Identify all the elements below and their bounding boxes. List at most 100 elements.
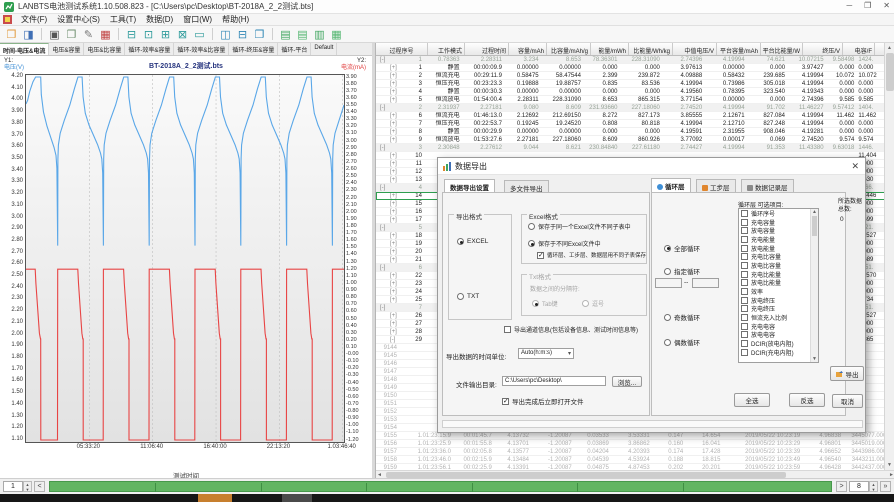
tree-toggle-icon[interactable]: [+]: [376, 88, 397, 95]
menu-item-4[interactable]: 窗口(W): [178, 13, 217, 26]
tree-toggle-icon[interactable]: [+]: [376, 232, 397, 239]
page-spinner[interactable]: ▲▼: [23, 481, 32, 492]
zoom-full-icon[interactable]: ▭: [192, 27, 207, 41]
radio-comma-icon[interactable]: [582, 300, 589, 307]
cycle-item-14[interactable]: 放电电容: [739, 331, 812, 340]
tree-toggle-icon[interactable]: [+]: [376, 64, 397, 71]
panel-view-icon[interactable]: ▦: [329, 27, 344, 41]
radio-excel-icon[interactable]: [457, 238, 464, 245]
table-header-5[interactable]: 能量/mWh: [591, 43, 629, 55]
menu-item-2[interactable]: 工具(T): [105, 13, 141, 26]
list-scroll-thumb[interactable]: [812, 216, 817, 236]
tree-toggle-icon[interactable]: [+]: [376, 256, 397, 263]
tree-toggle-icon[interactable]: [+]: [376, 176, 397, 183]
record-row[interactable]: 91571.01:23:36.000:02:05.84.13577-1.2008…: [376, 448, 894, 456]
cycle-item-5[interactable]: 充电比容量: [739, 252, 812, 261]
chart-tab-3[interactable]: 循环-效率&容量: [125, 43, 174, 55]
tree-toggle-icon[interactable]: [+]: [376, 120, 397, 127]
cycle-group-row[interactable]: [-]32.308482.276129.0448.621230.84840227…: [376, 144, 894, 152]
tree-toggle-icon[interactable]: [-]: [376, 264, 385, 271]
tree-toggle-icon[interactable]: [+]: [376, 200, 397, 207]
tree-toggle-icon[interactable]: [+]: [376, 296, 397, 303]
table-header-9[interactable]: 平台比能量/W: [761, 43, 803, 55]
cycle-group-row[interactable]: [-]22.319372.271819.0808.609231.93660227…: [376, 104, 894, 112]
step-row[interactable]: [+]3恒压充电00:23:23.30.1988819.887570.83583…: [376, 80, 894, 88]
output-dir-input[interactable]: C:\Users\pc\Desktop\: [502, 376, 606, 386]
scroll-up-icon[interactable]: ▲: [885, 43, 894, 51]
cycle-item-2[interactable]: 放电容量: [739, 226, 812, 235]
cycle-item-11[interactable]: 充电终压: [739, 305, 812, 314]
list-view-icon[interactable]: ▤: [278, 27, 293, 41]
radio-all-cycles[interactable]: 全部循环: [664, 243, 700, 253]
dialog-close-icon[interactable]: ✕: [851, 161, 859, 172]
step-row[interactable]: [+]7恒压充电00:22:53.70.1924519.245200.80880…: [376, 120, 894, 128]
tree-toggle-icon[interactable]: [+]: [376, 160, 397, 167]
vertical-scroll-thumb[interactable]: [886, 53, 894, 91]
dialog-titlebar[interactable]: 数据导出 ✕: [438, 158, 865, 175]
radio-diff-excel-icon[interactable]: [528, 240, 535, 247]
chart-tab-1[interactable]: 电压&容量: [49, 43, 84, 55]
detail-view-icon[interactable]: ▤: [295, 27, 310, 41]
table-header-1[interactable]: 工作模式: [428, 43, 465, 55]
minimize-icon[interactable]: ─: [846, 1, 852, 10]
tree-toggle-icon[interactable]: [+]: [376, 96, 397, 103]
next-page-button[interactable]: >: [836, 481, 847, 492]
browse-button[interactable]: 浏览...: [612, 376, 642, 387]
radio-specified-cycles[interactable]: 指定循环: [664, 266, 700, 276]
page-count-spinner[interactable]: ▲▼: [869, 481, 878, 492]
tile-vertical-icon[interactable]: ◫: [218, 27, 233, 41]
chart-tab-4[interactable]: 循环-效率&比容量: [174, 43, 229, 55]
radio-all-cycles-icon[interactable]: [664, 245, 671, 252]
table-header-4[interactable]: 比容量/mAh/g: [547, 43, 591, 55]
open-file-icon[interactable]: ❒: [4, 27, 19, 41]
tree-toggle-icon[interactable]: [+]: [376, 216, 397, 223]
menu-item-5[interactable]: 帮助(H): [217, 13, 254, 26]
tree-toggle-icon[interactable]: [+]: [376, 112, 397, 119]
vertical-scrollbar[interactable]: ▲ ▼: [884, 43, 894, 470]
cycle-item-13[interactable]: 充电电容: [739, 322, 812, 331]
tree-toggle-icon[interactable]: [-]: [376, 56, 385, 63]
checkbox-open-after-export[interactable]: ✓ 导出完成后立即打开文件: [502, 396, 584, 406]
tree-toggle-icon[interactable]: [+]: [376, 280, 397, 287]
cycle-item-15[interactable]: DCIR(放电内阻): [739, 339, 812, 348]
cycle-item-0[interactable]: 循环序号: [739, 209, 812, 218]
menu-item-3[interactable]: 数据(D): [141, 13, 178, 26]
tree-toggle-icon[interactable]: [+]: [376, 136, 397, 143]
cycle-group-row[interactable]: [-]10.783632.283113.2348.65378.36301228.…: [376, 56, 894, 64]
cycle-range-end-input[interactable]: [692, 278, 719, 288]
cycle-item-6[interactable]: 放电比容量: [739, 261, 812, 270]
tree-toggle-icon[interactable]: [+]: [376, 272, 397, 279]
cancel-button[interactable]: 取消: [832, 394, 863, 408]
restore-icon[interactable]: ❐: [864, 1, 871, 10]
checkbox-channel-info-icon[interactable]: [504, 326, 511, 333]
cycle-item-checkbox[interactable]: [741, 314, 748, 321]
step-row[interactable]: [+]2恒流充电00:29:11.90.5847558.475442.39923…: [376, 72, 894, 80]
tab-cycle-layer[interactable]: 循环层: [651, 178, 691, 193]
cycle-item-1[interactable]: 充电容量: [739, 218, 812, 227]
grid-view-icon[interactable]: ▥: [312, 27, 327, 41]
cycle-item-8[interactable]: 放电比能量: [739, 279, 812, 288]
cycle-item-checkbox[interactable]: [741, 219, 748, 226]
scroll-down-icon[interactable]: ▼: [885, 462, 894, 468]
radio-even-cycles[interactable]: 偶数循环: [664, 337, 700, 347]
page-number-input[interactable]: 1: [3, 481, 23, 492]
tree-toggle-icon[interactable]: [-]: [376, 104, 385, 111]
copy-data-icon[interactable]: ❐: [64, 27, 79, 41]
tree-toggle-icon[interactable]: [+]: [376, 168, 397, 175]
cycle-item-checkbox[interactable]: [741, 245, 748, 252]
cycle-item-checkbox[interactable]: [741, 271, 748, 278]
tree-toggle-icon[interactable]: [+]: [376, 72, 397, 79]
page-count-input[interactable]: 8: [849, 481, 869, 492]
cycle-item-checkbox[interactable]: [741, 210, 748, 217]
tree-toggle-icon[interactable]: [+]: [376, 152, 397, 159]
table-header-10[interactable]: 终压/V: [803, 43, 843, 55]
tree-toggle-icon[interactable]: [+]: [376, 128, 397, 135]
last-page-button[interactable]: »: [880, 481, 891, 492]
chart-tab-6[interactable]: 循环-平台: [278, 43, 311, 55]
table-header-6[interactable]: 比能量/Wh/kg: [629, 43, 673, 55]
plot-area[interactable]: [25, 74, 345, 443]
zoom-x-icon[interactable]: ⊟: [124, 27, 139, 41]
record-row[interactable]: 91551.01:23:15.900:01:45.74.13732-1.2008…: [376, 432, 894, 440]
horizontal-scrollbar[interactable]: ◄ ►: [376, 470, 894, 478]
monitor-icon[interactable]: ▣: [47, 27, 62, 41]
